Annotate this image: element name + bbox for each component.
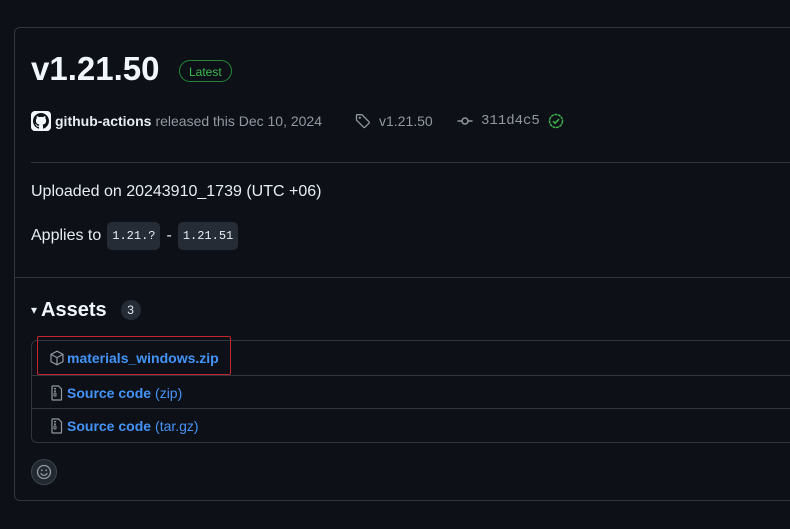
version-to-code: 1.21.51 [177, 222, 239, 250]
assets-toggle[interactable]: ▾ Assets 3 [31, 297, 141, 323]
tag-label: v1.21.50 [379, 113, 433, 129]
file-zip-icon [49, 417, 65, 434]
source-code-targz-link[interactable]: Source code [67, 418, 151, 434]
tag-link[interactable]: v1.21.50 [355, 109, 433, 133]
author-link[interactable]: github-actions [55, 113, 151, 129]
git-commit-icon [457, 113, 473, 129]
applies-to-label: Applies to [31, 227, 102, 244]
divider [14, 277, 790, 278]
file-zip-icon [49, 384, 65, 401]
smiley-icon [36, 464, 52, 480]
commit-link[interactable]: 311d4c5 [457, 109, 564, 133]
verified-check-icon[interactable] [548, 113, 564, 129]
package-icon [49, 350, 65, 366]
divider [31, 162, 790, 163]
assets-count-badge: 3 [120, 300, 141, 320]
source-code-zip-link[interactable]: Source code [67, 385, 151, 401]
add-reaction-button[interactable] [31, 459, 57, 485]
latest-badge: Latest [179, 60, 232, 82]
asset-row[interactable]: Source code (zip) [32, 375, 790, 409]
asset-row[interactable]: materials_windows.zip [32, 341, 790, 375]
version-separator: - [166, 227, 172, 244]
asset-list: materials_windows.zip Source code (zip) … [31, 340, 790, 443]
github-avatar-icon[interactable] [31, 111, 51, 131]
version-from-code: 1.21.? [107, 222, 161, 250]
assets-title: Assets [41, 298, 107, 321]
asset-row[interactable]: Source code (tar.gz) [32, 408, 790, 442]
upload-note: Uploaded on 20243910_1739 (UTC +06) [31, 183, 322, 200]
released-date: released this Dec 10, 2024 [155, 113, 322, 129]
commit-hash: 311d4c5 [481, 113, 540, 129]
asset-link-materials-windows-zip[interactable]: materials_windows.zip [67, 350, 219, 366]
source-code-zip-suffix[interactable]: (zip) [155, 385, 182, 401]
tag-icon [355, 113, 371, 129]
release-meta: github-actions released this Dec 10, 202… [31, 109, 322, 133]
release-title[interactable]: v1.21.50 [31, 47, 159, 91]
source-code-targz-suffix[interactable]: (tar.gz) [155, 418, 199, 434]
applies-to-line: Applies to 1.21.? - 1.21.51 [31, 222, 239, 250]
caret-down-icon: ▾ [31, 303, 38, 317]
